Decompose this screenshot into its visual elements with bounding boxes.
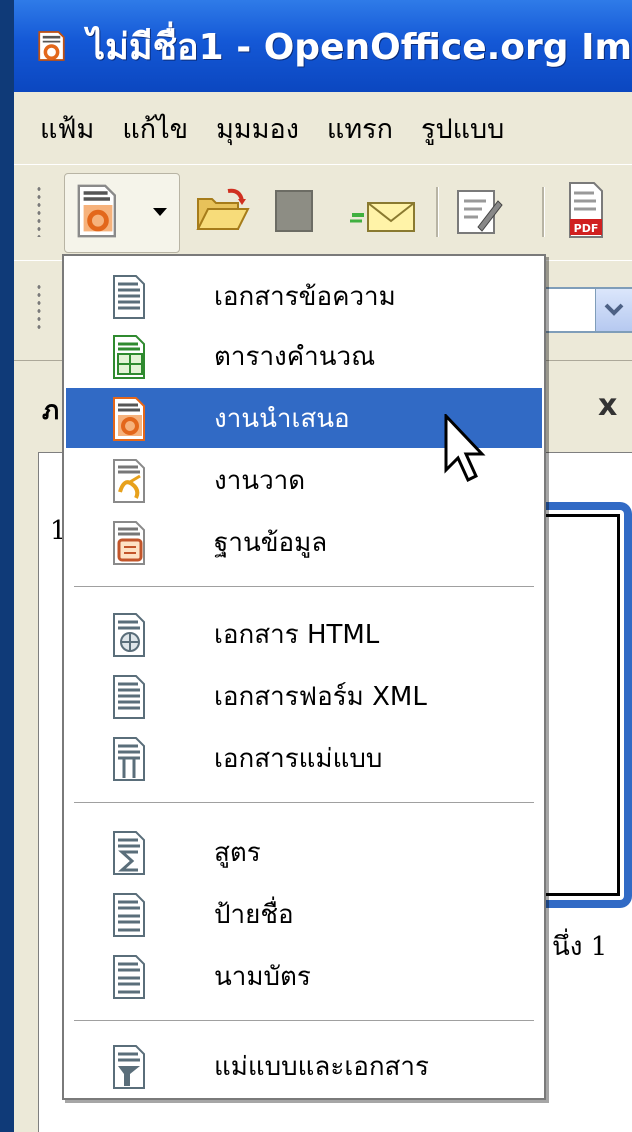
formula-icon	[113, 831, 145, 875]
toolbar-separator	[436, 187, 439, 237]
menu-format[interactable]: รูปแบบ	[421, 107, 504, 150]
title-bar[interactable]: ไม่มีชื่อ1 - OpenOffice.org Im	[14, 0, 632, 92]
menu-edit[interactable]: แก้ไข	[122, 107, 188, 150]
menu-item-business-cards[interactable]: นามบัตร	[66, 946, 542, 1006]
menu-item-text-document[interactable]: เอกสารข้อความ	[66, 266, 542, 326]
svg-text:PDF: PDF	[574, 222, 599, 235]
menu-separator	[74, 1020, 534, 1022]
menu-separator	[74, 802, 534, 804]
database-icon	[113, 521, 145, 565]
menu-item-label: เอกสารฟอร์ม XML	[214, 681, 427, 712]
menu-item-label: ฐานข้อมูล	[214, 527, 328, 558]
combo-dropdown-button[interactable]	[595, 289, 632, 331]
standard-toolbar: PDF	[14, 164, 632, 261]
drawing-icon	[113, 459, 145, 503]
menu-item-formula[interactable]: สูตร	[66, 822, 542, 882]
menu-insert[interactable]: แทรก	[327, 107, 393, 150]
menu-separator	[74, 586, 534, 588]
export-pdf-icon[interactable]: PDF	[566, 181, 606, 239]
menu-item-database[interactable]: ฐานข้อมูล	[66, 512, 542, 572]
menu-item-label: เอกสาร HTML	[214, 619, 380, 650]
toolbar-grip-icon[interactable]	[36, 283, 42, 333]
pane-close-icon[interactable]: x	[598, 388, 617, 423]
menu-item-html-document[interactable]: เอกสาร HTML	[66, 604, 542, 664]
edit-file-icon[interactable]	[454, 187, 504, 237]
impress-app-icon	[38, 31, 65, 61]
menu-item-label: งานนำเสนอ	[214, 403, 350, 434]
style-combo-box[interactable]	[534, 287, 632, 333]
menu-item-label: สูตร	[214, 837, 261, 868]
text-document-icon	[113, 275, 145, 319]
menu-item-xml-form[interactable]: เอกสารฟอร์ม XML	[66, 666, 542, 726]
menu-item-label: ป้ายชื่อ	[214, 899, 294, 930]
menu-item-label: งานวาด	[214, 465, 306, 496]
email-icon[interactable]	[348, 195, 418, 235]
window-title: ไม่มีชื่อ1 - OpenOffice.org Im	[87, 26, 632, 68]
spreadsheet-icon	[113, 335, 145, 379]
menu-item-label: แม่แบบและเอกสาร	[214, 1051, 429, 1082]
business-card-icon	[113, 955, 145, 999]
html-document-icon	[113, 613, 145, 657]
templates-icon	[113, 1045, 145, 1089]
chevron-down-icon	[604, 303, 624, 316]
menu-item-label: เอกสารแม่แบบ	[214, 743, 383, 774]
menu-view[interactable]: มุมมอง	[216, 107, 299, 150]
open-folder-icon[interactable]	[194, 187, 250, 235]
new-presentation-icon[interactable]	[74, 183, 122, 239]
master-document-icon	[113, 737, 145, 781]
menu-item-templates-and-documents[interactable]: แม่แบบและเอกสาร	[66, 1036, 542, 1096]
slide-label: นึ่ง 1	[552, 932, 608, 962]
labels-icon	[113, 893, 145, 937]
save-icon[interactable]	[274, 189, 314, 233]
xml-form-icon	[113, 675, 145, 719]
new-document-menu: เอกสารข้อความ ตารางคำนวณ งานนำเสนอ งานวา…	[62, 254, 546, 1100]
mouse-pointer-icon	[444, 414, 486, 483]
slides-pane-title: ภ	[42, 396, 60, 426]
dropdown-arrow-icon[interactable]	[150, 205, 170, 219]
menu-item-label: นามบัตร	[214, 961, 311, 992]
menu-item-label: ตารางคำนวณ	[214, 341, 376, 372]
menu-item-spreadsheet[interactable]: ตารางคำนวณ	[66, 326, 542, 386]
toolbar-separator	[542, 187, 545, 237]
presentation-icon	[113, 397, 145, 441]
menu-file[interactable]: แฟ้ม	[40, 107, 94, 150]
menu-item-labels[interactable]: ป้ายชื่อ	[66, 884, 542, 944]
menu-item-master-document[interactable]: เอกสารแม่แบบ	[66, 728, 542, 788]
toolbar-grip-icon[interactable]	[36, 185, 42, 237]
menu-item-label: เอกสารข้อความ	[214, 281, 396, 312]
menu-bar: แฟ้ม แก้ไข มุมมอง แทรก รูปแบบ	[14, 92, 632, 164]
